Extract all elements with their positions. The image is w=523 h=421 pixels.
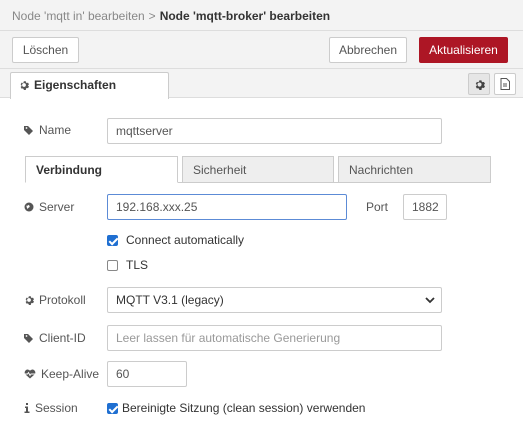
cancel-button[interactable]: Abbrechen bbox=[329, 37, 407, 63]
subtab-verbindung[interactable]: Verbindung bbox=[25, 156, 178, 183]
name-label-row: Name bbox=[24, 123, 71, 137]
connect-automatically-checkbox[interactable] bbox=[107, 234, 118, 246]
breadcrumb-current: Node 'mqtt-broker' bearbeiten bbox=[159, 9, 331, 23]
protocol-value: MQTT V3.1 (legacy) bbox=[116, 293, 224, 307]
tab-properties[interactable]: Eigenschaften bbox=[10, 72, 169, 99]
document-icon bbox=[500, 78, 510, 90]
description-tab-button[interactable] bbox=[494, 73, 516, 95]
settings-tab-button[interactable] bbox=[468, 73, 490, 95]
connect-automatically-label: Connect automatically bbox=[126, 233, 245, 247]
clean-session-row[interactable]: Bereinigte Sitzung (clean session) verwe… bbox=[107, 401, 365, 415]
clean-session-label: Bereinigte Sitzung (clean session) verwe… bbox=[122, 401, 366, 415]
gear-icon bbox=[25, 296, 34, 305]
update-button[interactable]: Aktualisieren bbox=[419, 37, 508, 63]
gear-icon bbox=[475, 79, 485, 90]
tls-label: TLS bbox=[126, 258, 149, 272]
subtab-sicherheit[interactable]: Sicherheit bbox=[182, 156, 334, 183]
heartbeat-icon bbox=[24, 369, 36, 379]
protocol-label-row: Protokoll bbox=[24, 293, 86, 307]
clean-session-checkbox[interactable] bbox=[107, 402, 118, 414]
client-id-label-row: Client-ID bbox=[24, 331, 86, 345]
tls-row[interactable]: TLS bbox=[107, 258, 148, 272]
gear-icon bbox=[20, 81, 29, 90]
server-label: Server bbox=[39, 200, 75, 214]
port-label: Port bbox=[366, 200, 389, 214]
protocol-select[interactable]: MQTT V3.1 (legacy) bbox=[107, 287, 442, 313]
delete-button[interactable]: Löschen bbox=[12, 37, 79, 63]
tag-icon bbox=[24, 334, 33, 343]
breadcrumb-separator: > bbox=[148, 9, 156, 23]
client-id-input[interactable]: Leer lassen für automatische Generierung bbox=[107, 325, 442, 351]
subtab-nachrichten[interactable]: Nachrichten bbox=[338, 156, 491, 183]
info-icon bbox=[24, 403, 30, 413]
name-input[interactable]: mqttserver bbox=[107, 118, 442, 144]
server-label-row: Server bbox=[24, 200, 74, 214]
client-id-placeholder: Leer lassen für automatische Generierung bbox=[116, 331, 341, 345]
tls-checkbox[interactable] bbox=[107, 259, 118, 271]
name-label: Name bbox=[39, 123, 72, 137]
keepalive-label: Keep-Alive bbox=[41, 367, 100, 381]
tab-properties-label: Eigenschaften bbox=[34, 78, 117, 92]
breadcrumb-previous[interactable]: Node 'mqtt in' bearbeiten bbox=[12, 9, 145, 23]
client-id-label: Client-ID bbox=[39, 331, 86, 345]
globe-icon bbox=[24, 202, 34, 212]
keepalive-label-row: Keep-Alive bbox=[24, 367, 99, 381]
protocol-label: Protokoll bbox=[39, 293, 86, 307]
session-label-row: Session bbox=[24, 401, 78, 415]
port-input[interactable]: 1882 bbox=[403, 194, 447, 220]
tag-icon bbox=[24, 126, 33, 135]
server-input[interactable]: 192.168.xxx.25 bbox=[107, 194, 347, 220]
keepalive-input[interactable]: 60 bbox=[107, 361, 187, 387]
chevron-down-icon bbox=[425, 297, 435, 304]
connect-automatically-row[interactable]: Connect automatically bbox=[107, 233, 244, 247]
breadcrumb: Node 'mqtt in' bearbeiten > Node 'mqtt-bro… bbox=[12, 9, 330, 23]
session-label: Session bbox=[35, 401, 78, 415]
